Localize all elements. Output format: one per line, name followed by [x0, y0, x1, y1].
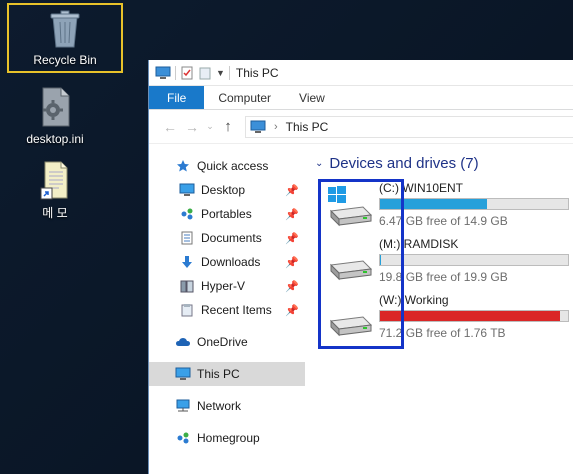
pin-icon: 📌: [285, 280, 299, 293]
pin-icon: 📌: [285, 232, 299, 245]
nav-hyper-v[interactable]: Hyper-V 📌: [149, 274, 305, 298]
nav-label: This PC: [197, 367, 240, 381]
nav-portables[interactable]: Portables 📌: [149, 202, 305, 226]
address-box[interactable]: › This PC: [245, 115, 573, 138]
pin-icon: 📌: [285, 256, 299, 269]
recent-items-icon: [179, 302, 195, 318]
computer-icon: [250, 120, 266, 133]
toolbar-separator: [175, 65, 176, 80]
nav-desktop[interactable]: Desktop 📌: [149, 178, 305, 202]
recycle-bin-label: Recycle Bin: [33, 53, 97, 67]
tab-view[interactable]: View: [285, 86, 339, 109]
collapse-chevron-icon[interactable]: ⌄: [315, 158, 323, 169]
text-document-shortcut-icon: [40, 161, 68, 200]
breadcrumb-chevron-icon[interactable]: ›: [274, 121, 278, 133]
new-folder-icon[interactable]: [198, 66, 212, 80]
drive-usage-bar: [379, 254, 569, 266]
drive-usage-bar: [379, 310, 569, 322]
ribbon: File Computer View: [149, 86, 573, 110]
memo-label: 메 모: [42, 206, 68, 220]
quick-access-toolbar: ▼: [155, 65, 230, 80]
desktop-icon-memo[interactable]: 메 모: [7, 160, 103, 221]
nav-label: Homegroup: [197, 431, 260, 445]
network-group-icon: [179, 206, 195, 222]
nav-homegroup[interactable]: Homegroup: [149, 426, 305, 450]
desktop-icon-desktop-ini[interactable]: desktop.ini: [7, 86, 103, 146]
homegroup-icon: [175, 430, 191, 446]
title-bar: ▼ This PC: [149, 60, 573, 86]
tab-computer[interactable]: Computer: [204, 86, 285, 109]
nav-onedrive[interactable]: OneDrive: [149, 330, 305, 354]
group-header-devices[interactable]: ⌄ Devices and drives (7): [315, 155, 479, 172]
download-arrow-icon: [179, 254, 195, 270]
computer-icon: [175, 366, 191, 382]
nav-label: Quick access: [197, 159, 269, 173]
customize-toolbar-dropdown-icon[interactable]: ▼: [216, 68, 225, 78]
nav-label: Portables: [201, 207, 252, 221]
recycle-bin-icon: [50, 10, 80, 48]
drive-icons-highlight: [318, 179, 404, 349]
back-arrow-icon[interactable]: ←: [159, 119, 181, 135]
computer-icon: [155, 66, 171, 79]
desktop-icon-recycle-bin[interactable]: Recycle Bin: [7, 3, 123, 73]
pin-icon: 📌: [285, 184, 299, 197]
navigation-pane: Quick access Desktop 📌 Portables 📌 Docum…: [149, 145, 305, 474]
nav-this-pc[interactable]: This PC: [149, 362, 305, 386]
drive-usage-bar: [379, 198, 569, 210]
documents-icon: [179, 230, 195, 246]
window-title: This PC: [235, 65, 279, 80]
network-icon: [175, 398, 191, 414]
recent-locations-dropdown-icon[interactable]: ⌄: [203, 121, 217, 132]
nav-network[interactable]: Network: [149, 394, 305, 418]
settings-file-icon: [42, 87, 70, 127]
group-title: Devices and drives (7): [329, 155, 479, 172]
breadcrumb-this-pc[interactable]: This PC: [286, 120, 329, 134]
drive-usage-fill: [380, 311, 561, 321]
cloud-icon: [175, 334, 191, 350]
desktop-icon: [179, 182, 195, 198]
star-icon: [175, 158, 191, 174]
pin-icon: 📌: [285, 304, 299, 317]
nav-recent-items[interactable]: Recent Items 📌: [149, 298, 305, 322]
up-arrow-icon[interactable]: ↑: [217, 118, 239, 135]
desktop-ini-label: desktop.ini: [26, 132, 84, 146]
tab-file[interactable]: File: [149, 86, 205, 109]
pin-icon: 📌: [285, 208, 299, 221]
nav-label: Documents: [201, 231, 262, 245]
nav-label: Hyper-V: [201, 279, 246, 293]
nav-label: Recent Items: [201, 303, 272, 317]
nav-quick-access[interactable]: Quick access: [149, 154, 305, 178]
properties-icon[interactable]: [180, 66, 194, 80]
toolbar-separator: [228, 65, 230, 80]
address-bar-row: ← → ⌄ ↑ › This PC: [149, 110, 573, 144]
nav-label: Downloads: [201, 255, 261, 269]
nav-label: Desktop: [201, 183, 246, 197]
forward-arrow-icon[interactable]: →: [181, 119, 203, 135]
nav-documents[interactable]: Documents 📌: [149, 226, 305, 250]
nav-downloads[interactable]: Downloads 📌: [149, 250, 305, 274]
server-icon: [179, 278, 195, 294]
nav-label: Network: [197, 399, 242, 413]
nav-label: OneDrive: [197, 335, 248, 349]
